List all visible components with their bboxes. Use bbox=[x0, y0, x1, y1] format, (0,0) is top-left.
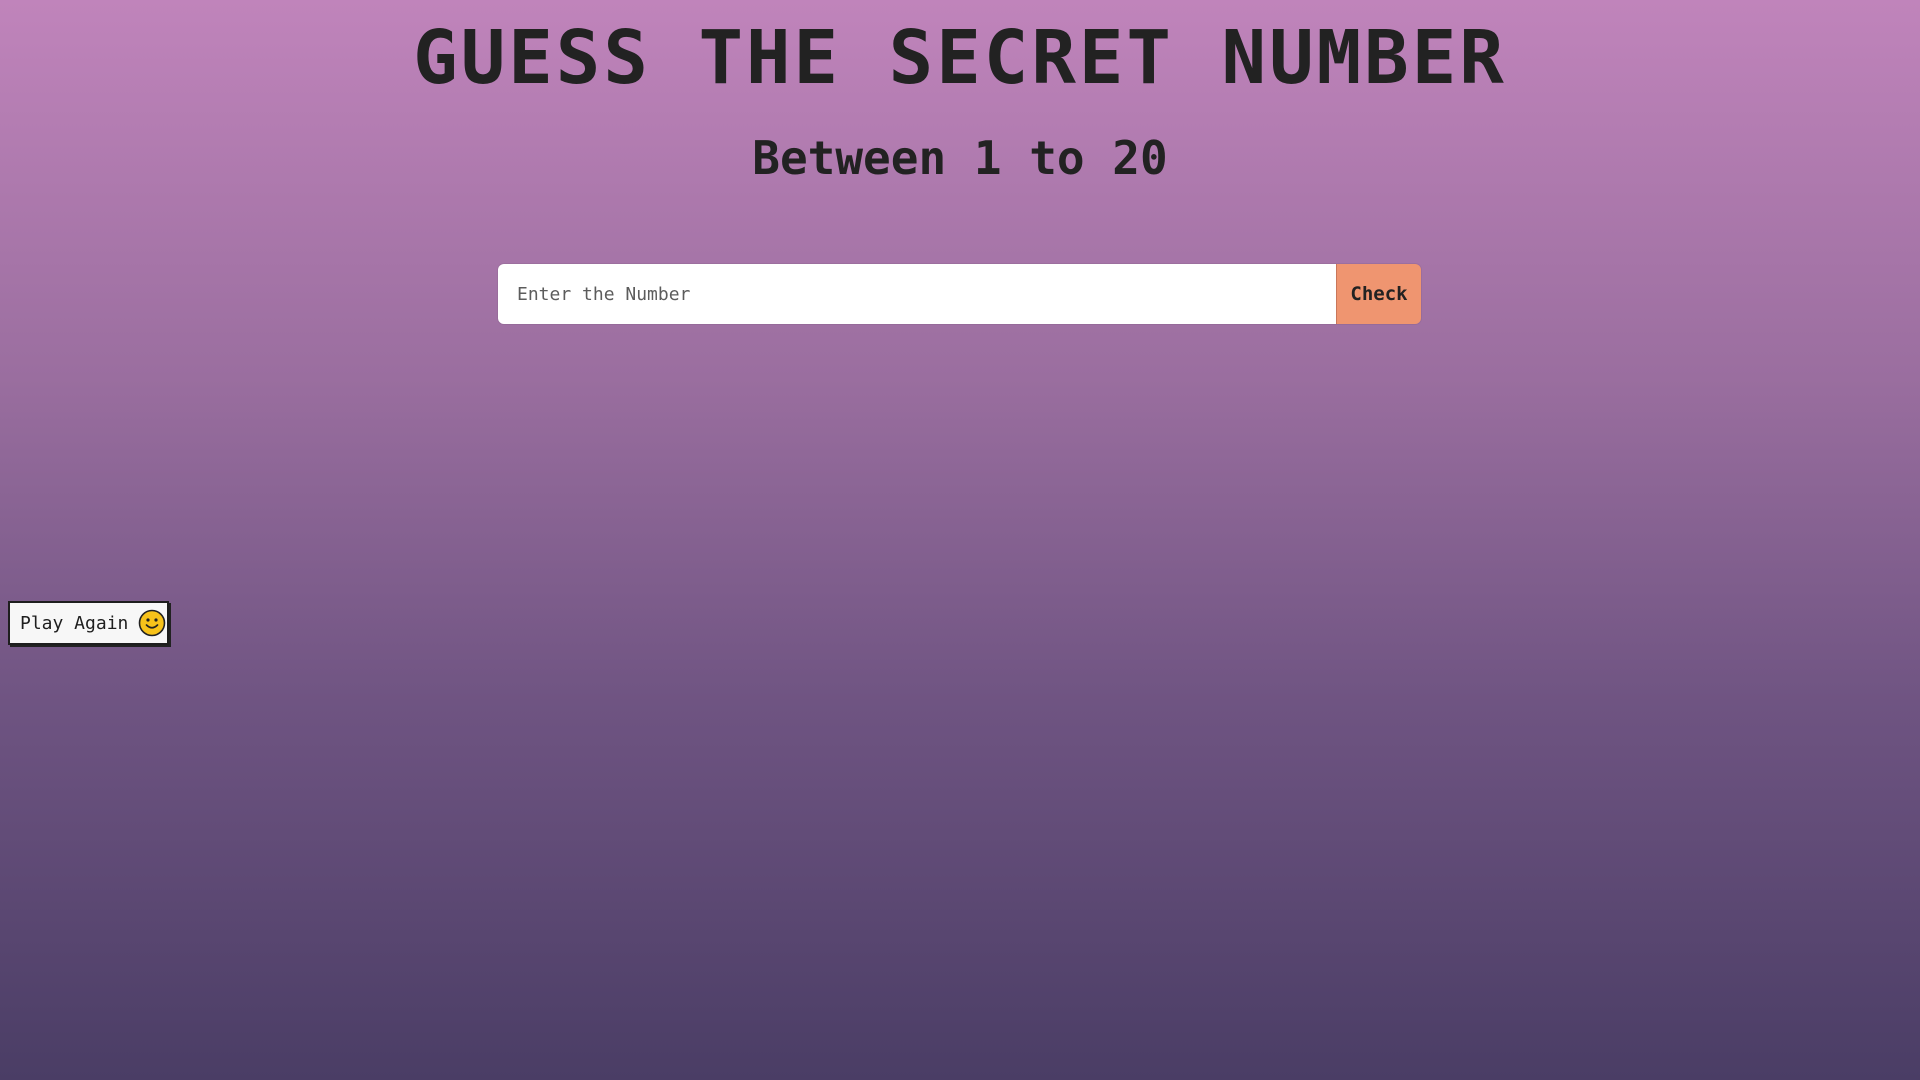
number-input[interactable] bbox=[498, 264, 1336, 324]
smiley-face-icon bbox=[138, 609, 166, 637]
check-button[interactable]: Check bbox=[1336, 264, 1421, 324]
guess-form: Check bbox=[498, 264, 1421, 324]
range-subtitle: Between 1 to 20 bbox=[752, 131, 1168, 185]
play-again-button[interactable]: Play Again bbox=[8, 601, 169, 645]
game-title: GUESS THE SECRET NUMBER bbox=[413, 15, 1507, 101]
play-again-label: Play Again bbox=[20, 612, 129, 634]
